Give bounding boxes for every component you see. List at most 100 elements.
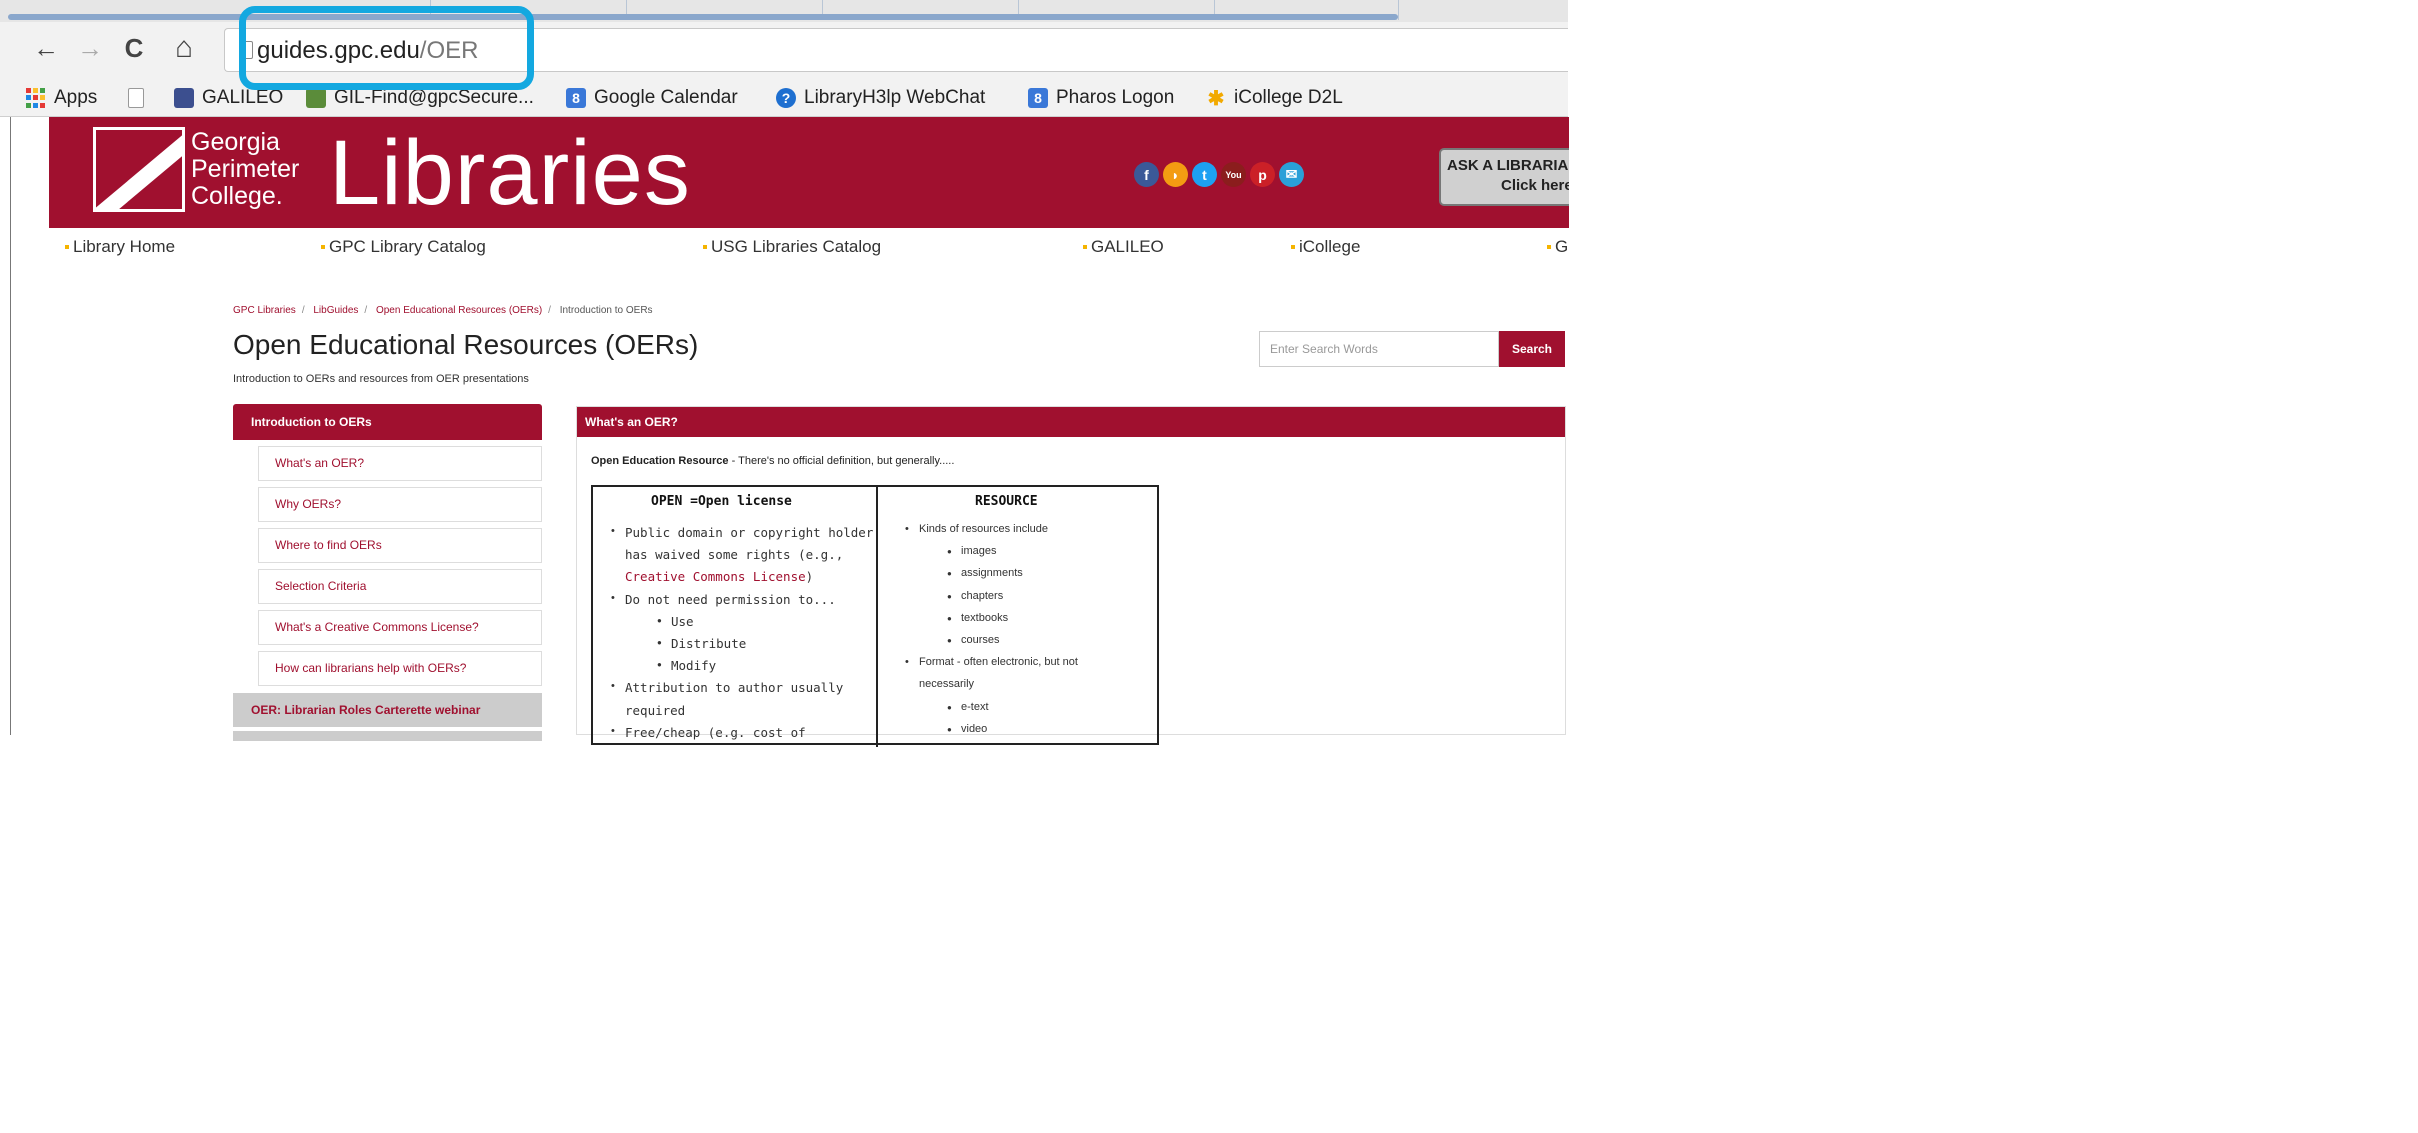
search-button[interactable]: Search xyxy=(1499,331,1565,367)
logo-line: Georgia xyxy=(191,128,280,156)
page-icon xyxy=(128,88,144,108)
ask-line: ASK A LIBRARIA xyxy=(1447,157,1569,174)
table-list-item: video xyxy=(961,722,988,735)
table-list-item: chapters xyxy=(961,589,1004,602)
bullet-icon: ● xyxy=(947,569,952,579)
bookmark-gil-find[interactable]: GIL-Find@gpcSecure... xyxy=(306,86,534,110)
pinterest-icon[interactable]: p xyxy=(1250,162,1275,187)
bookmark-icollege[interactable]: ✱ iCollege D2L xyxy=(1206,86,1343,110)
topnav-library-home[interactable]: Library Home xyxy=(65,237,175,257)
table-list-item: required xyxy=(625,702,686,718)
table-list-item: necessarily xyxy=(919,678,975,691)
table-list-item: textbooks xyxy=(961,611,1009,624)
table-list-item: assignments xyxy=(961,567,1023,580)
ask-line: Click here f xyxy=(1501,177,1569,194)
table-list-item: Kinds of resources include xyxy=(919,523,1049,535)
gpc-logo-icon[interactable] xyxy=(93,127,185,212)
page-description: Introduction to OERs and resources from … xyxy=(233,373,529,385)
banner-title: Libraries xyxy=(329,122,691,224)
content-box-whats-an-oer: What's an OER? Open Education Resource -… xyxy=(576,406,1566,747)
bookmark-apps[interactable]: Apps xyxy=(26,86,97,110)
twitter-icon[interactable]: t xyxy=(1192,162,1217,187)
breadcrumb-link[interactable]: GPC Libraries xyxy=(233,305,296,316)
google-icon: 8 xyxy=(566,88,586,108)
bookmark-label: iCollege D2L xyxy=(1234,87,1343,108)
sidebar-subitem[interactable]: What's an OER? xyxy=(258,446,542,481)
sidebar-subitem[interactable]: Selection Criteria xyxy=(258,569,542,604)
google-icon: 8 xyxy=(1028,88,1048,108)
url-path: /OER xyxy=(419,37,479,64)
address-bar[interactable]: guides.gpc.edu/OER xyxy=(224,28,1568,72)
table-list-item: Distribute xyxy=(671,636,747,651)
rss-icon[interactable]: ◗ xyxy=(1163,162,1188,187)
sidebar-subitem[interactable]: How can librarians help with OERs? xyxy=(258,651,542,686)
guide-search-input[interactable]: Enter Search Words xyxy=(1259,331,1499,367)
help-question-icon: ? xyxy=(776,88,796,108)
apps-grid-icon xyxy=(26,88,46,108)
forward-arrow-icon[interactable]: → xyxy=(72,30,108,66)
home-icon[interactable]: ⌂ xyxy=(166,30,202,66)
bullet-icon: ● xyxy=(947,702,952,712)
table-list-item: has waived some rights (e.g., xyxy=(625,547,844,563)
bookmark-blank-page[interactable] xyxy=(128,86,152,110)
bookmark-galileo[interactable]: GALILEO xyxy=(174,86,283,110)
gil-find-icon xyxy=(306,88,326,108)
table-header-resource: RESOURCE xyxy=(975,494,1038,509)
logo-line: Perimeter xyxy=(191,155,300,183)
youtube-icon[interactable]: You xyxy=(1221,162,1246,187)
ask-a-librarian-button[interactable]: ASK A LIBRARIA Click here f xyxy=(1439,148,1569,206)
topnav-icollege[interactable]: iCollege xyxy=(1291,237,1360,257)
bullet-icon: ● xyxy=(947,547,952,557)
topnav-more[interactable]: G xyxy=(1547,237,1568,257)
sidebar-item-next[interactable] xyxy=(233,731,542,741)
sidebar-subitem[interactable]: Where to find OERs xyxy=(258,528,542,563)
address-url[interactable]: guides.gpc.edu/OER xyxy=(257,37,478,65)
intro-term: Open Education Resource xyxy=(591,455,729,467)
college-name: Georgia Perimeter College. xyxy=(191,129,299,210)
bullet-icon: • xyxy=(611,724,615,737)
social-links: f ◗ t You p ✉ xyxy=(1134,162,1304,187)
bullet-icon: ● xyxy=(947,613,952,623)
breadcrumb-current: Introduction to OERs xyxy=(559,305,653,316)
sidebar-item-carterette-webinar[interactable]: OER: Librarian Roles Carterette webinar xyxy=(233,693,542,727)
box-intro: Open Education Resource - There's no off… xyxy=(591,455,954,467)
bullet-icon: ● xyxy=(657,638,662,647)
back-arrow-icon[interactable]: ← xyxy=(28,30,64,66)
bookmark-google-calendar[interactable]: 8 Google Calendar xyxy=(566,86,738,110)
bookmark-pharos[interactable]: 8 Pharos Logon xyxy=(1028,86,1174,110)
page-title: Open Educational Resources (OERs) xyxy=(233,329,699,360)
bookmark-libraryh3lp[interactable]: ? LibraryH3lp WebChat xyxy=(776,86,985,110)
bullet-icon: ● xyxy=(657,615,662,625)
sidebar-subitem[interactable]: Why OERs? xyxy=(258,487,542,522)
sidebar-item-introduction[interactable]: Introduction to OERs xyxy=(233,404,542,440)
logo-line: College. xyxy=(191,182,283,210)
table-list-item: e-text xyxy=(961,700,989,713)
table-list-item: courses xyxy=(961,634,1000,646)
breadcrumb-link[interactable]: Open Educational Resources (OERs) xyxy=(376,305,542,316)
browser-toolbar: ← → C ⌂ guides.gpc.edu/OER xyxy=(0,22,1568,80)
table-list-item[interactable]: Creative Commons License) xyxy=(625,569,813,584)
table-list-item: Modify xyxy=(671,658,717,674)
table-list-item: Use xyxy=(671,613,694,629)
bullet-icon: • xyxy=(611,680,615,693)
sidebar-subitem[interactable]: What's a Creative Commons License? xyxy=(258,610,542,645)
bullet-icon: • xyxy=(611,525,615,537)
bullet-icon: ● xyxy=(657,660,662,670)
oer-definition-table: OPEN =Open license RESOURCE • Public doma… xyxy=(591,485,1159,747)
tab-strip xyxy=(0,0,1568,22)
topnav-galileo[interactable]: GALILEO xyxy=(1083,237,1164,257)
facebook-icon[interactable]: f xyxy=(1134,162,1159,187)
bullet-icon: • xyxy=(905,523,909,535)
bullet-icon: • xyxy=(611,591,615,604)
tab-strip-bar xyxy=(8,14,1398,20)
bullet-icon: ● xyxy=(947,724,952,734)
email-icon[interactable]: ✉ xyxy=(1279,162,1304,187)
bookmark-label: GALILEO xyxy=(202,87,284,108)
breadcrumb-link[interactable]: LibGuides xyxy=(313,305,358,316)
topnav-usg-catalog[interactable]: USG Libraries Catalog xyxy=(703,237,881,257)
reload-icon[interactable]: C xyxy=(116,30,152,66)
table-divider xyxy=(876,487,878,747)
galileo-icon xyxy=(174,88,194,108)
topnav-gpc-catalog[interactable]: GPC Library Catalog xyxy=(321,237,486,257)
bullet-icon: ● xyxy=(947,636,952,645)
